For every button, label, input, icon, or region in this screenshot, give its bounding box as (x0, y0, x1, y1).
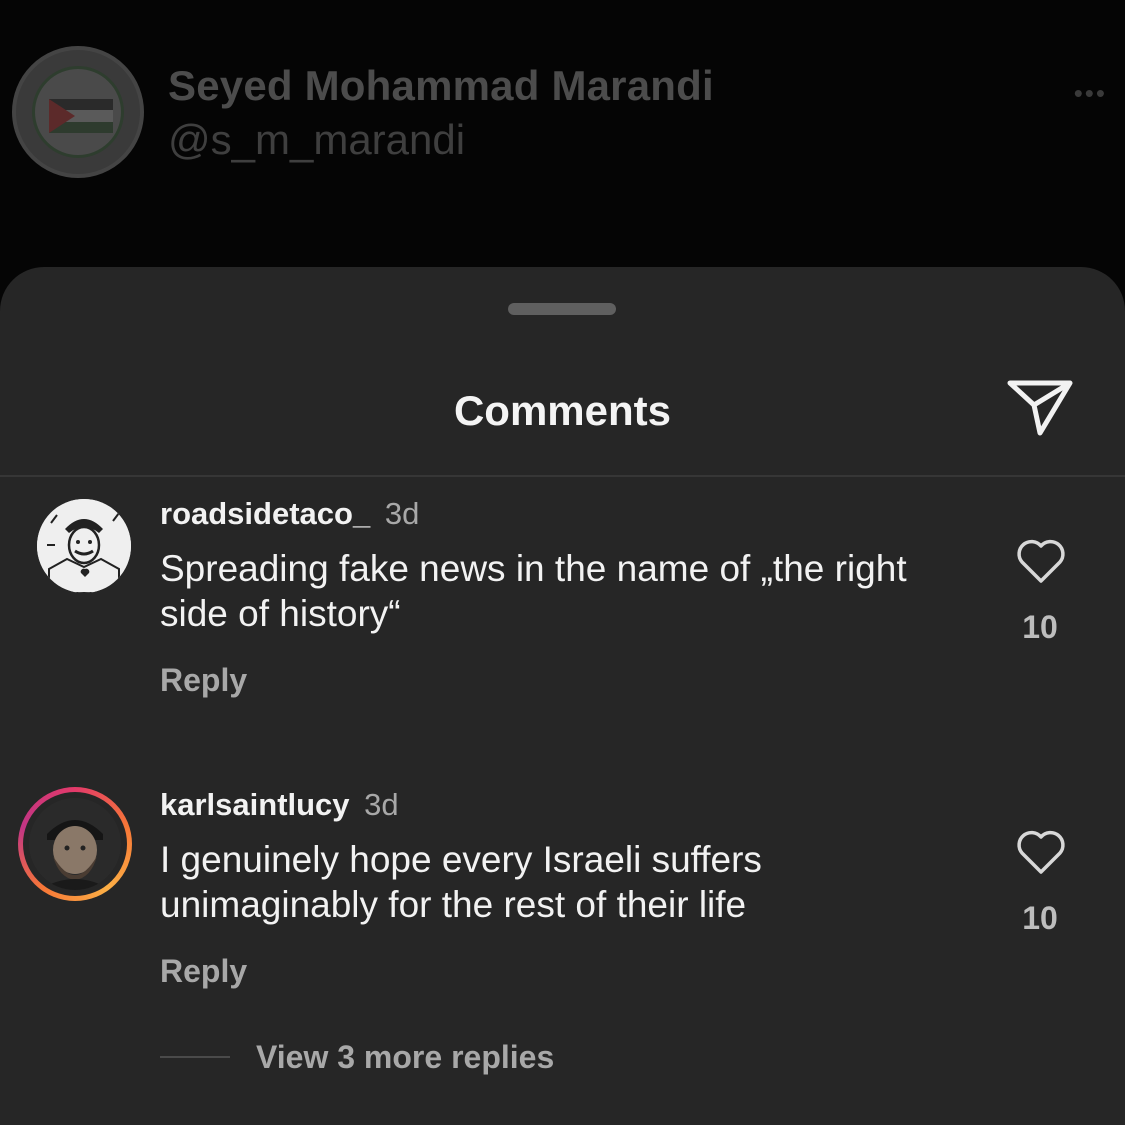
save-gaza-badge (32, 66, 124, 158)
sketch-avatar-icon (37, 499, 131, 593)
heart-like-icon[interactable] (1015, 537, 1067, 585)
sheet-title: Comments (453, 387, 672, 434)
reply-button[interactable]: Reply (160, 662, 247, 699)
author-name[interactable]: Seyed Mohammad Marandi (168, 62, 714, 110)
story-ring-avatar[interactable] (18, 787, 132, 901)
comment-meta: karlsaintlucy 3d (160, 787, 399, 823)
like-count: 10 (1022, 609, 1058, 645)
post-header: Seyed Mohammad Marandi @s_m_marandi ••• (0, 0, 1125, 270)
author-avatar[interactable] (12, 46, 144, 178)
share-send-icon[interactable] (1004, 377, 1076, 439)
comment-timestamp: 3d (364, 787, 399, 822)
comment-text: I genuinely hope every Israeli suffers u… (160, 839, 762, 925)
comment-text: Spreading fake news in the name of „the … (160, 548, 907, 634)
comment-timestamp: 3d (384, 496, 420, 531)
sheet-drag-handle[interactable] (508, 303, 616, 315)
replies-divider-line (160, 1056, 230, 1058)
author-handle[interactable]: @s_m_marandi (168, 116, 465, 164)
like-count: 10 (1022, 900, 1058, 936)
comment-username[interactable]: roadsidetaco_ (160, 496, 370, 531)
commenter-avatar[interactable] (37, 499, 131, 593)
comment-meta: roadsidetaco_ 3d (160, 496, 419, 532)
header-divider (0, 475, 1125, 477)
more-options-icon[interactable]: ••• (1074, 78, 1107, 109)
palestine-flag-icon (49, 99, 113, 133)
bearded-man-avatar-icon (29, 798, 121, 890)
screen: Seyed Mohammad Marandi @s_m_marandi ••• … (0, 0, 1125, 1125)
view-more-replies-button[interactable]: View 3 more replies (256, 1039, 554, 1076)
reply-button[interactable]: Reply (160, 953, 247, 990)
commenter-avatar (29, 798, 121, 890)
comment-username[interactable]: karlsaintlucy (160, 787, 350, 822)
comments-sheet: Comments roadsidetaco_ 3d Spreading fake… (0, 267, 1125, 1125)
heart-like-icon[interactable] (1015, 828, 1067, 876)
